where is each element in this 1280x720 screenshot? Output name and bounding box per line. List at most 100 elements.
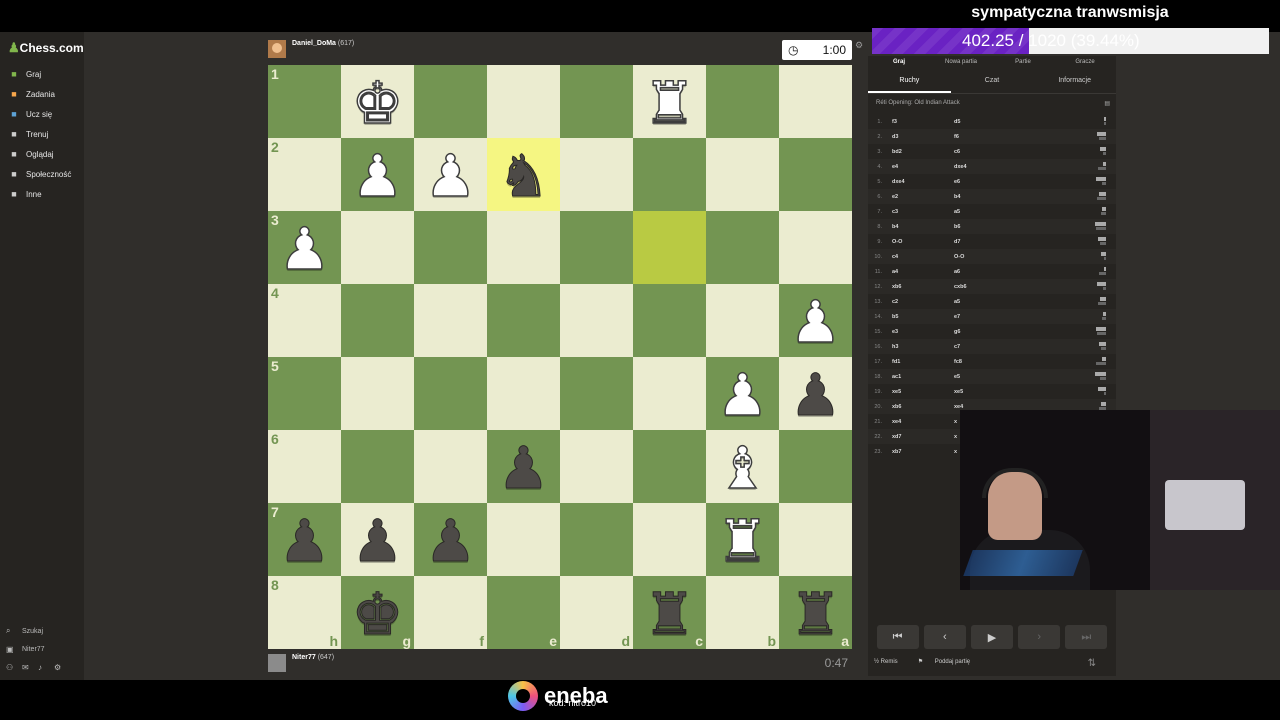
- board-square[interactable]: f: [414, 576, 487, 649]
- board-square[interactable]: ♟: [779, 284, 852, 357]
- black-move[interactable]: dxe4: [934, 164, 982, 170]
- board-square[interactable]: [633, 430, 706, 503]
- board-square[interactable]: [487, 284, 560, 357]
- board-square[interactable]: [414, 65, 487, 138]
- white-piece-icon[interactable]: ♟: [789, 292, 843, 352]
- white-move[interactable]: h3: [886, 344, 934, 350]
- board-square[interactable]: ♟: [414, 503, 487, 576]
- board-square[interactable]: 2: [268, 138, 341, 211]
- play-button[interactable]: ▶: [970, 625, 1013, 649]
- black-move[interactable]: e6: [934, 179, 982, 185]
- sidebar-item-4[interactable]: ■ Oglądaj: [0, 144, 84, 164]
- black-move[interactable]: cxb6: [934, 284, 982, 290]
- avatar[interactable]: [268, 654, 286, 672]
- board-square[interactable]: ♜: [706, 503, 779, 576]
- board-square[interactable]: [341, 211, 414, 284]
- board-square[interactable]: [779, 138, 852, 211]
- board-square[interactable]: 5: [268, 357, 341, 430]
- white-move[interactable]: c2: [886, 299, 934, 305]
- black-move[interactable]: d5: [934, 119, 982, 125]
- board-square[interactable]: ♟: [414, 138, 487, 211]
- white-piece-icon[interactable]: ♟: [278, 219, 332, 279]
- board-square[interactable]: ♟: [706, 357, 779, 430]
- bell-icon[interactable]: ♪: [38, 663, 48, 672]
- gear-icon[interactable]: ⚙: [54, 663, 64, 672]
- black-move[interactable]: g6: [934, 329, 982, 335]
- white-move[interactable]: fd1: [886, 359, 934, 365]
- white-move[interactable]: ac1: [886, 374, 934, 380]
- first-move-button[interactable]: ⏮: [876, 625, 919, 649]
- sidebar-item-2[interactable]: ■ Ucz się: [0, 104, 84, 124]
- board-square[interactable]: c ♜: [633, 576, 706, 649]
- board-square[interactable]: ♟: [779, 357, 852, 430]
- board-square[interactable]: [487, 357, 560, 430]
- board-square[interactable]: [779, 503, 852, 576]
- white-piece-icon[interactable]: ♜: [716, 511, 770, 571]
- board-square[interactable]: ♟: [341, 138, 414, 211]
- white-move[interactable]: O-O: [886, 239, 934, 245]
- black-move[interactable]: a5: [934, 299, 982, 305]
- board-square[interactable]: [560, 357, 633, 430]
- sidebar-item-6[interactable]: ■ Inne: [0, 184, 84, 204]
- search-item[interactable]: ⌕ Szukaj: [6, 622, 70, 640]
- board-square[interactable]: [560, 503, 633, 576]
- white-move[interactable]: dxe4: [886, 179, 934, 185]
- black-piece-icon[interactable]: ♟: [278, 512, 331, 571]
- board-square[interactable]: 8h: [268, 576, 341, 649]
- white-move[interactable]: c3: [886, 209, 934, 215]
- black-move[interactable]: xe4: [934, 404, 982, 410]
- white-piece-icon[interactable]: ♜: [643, 73, 697, 133]
- white-piece-icon[interactable]: ♟: [716, 365, 770, 425]
- board-square[interactable]: [779, 211, 852, 284]
- board-square[interactable]: [560, 138, 633, 211]
- white-piece-icon[interactable]: ♟: [351, 146, 405, 206]
- board-square[interactable]: [779, 430, 852, 503]
- board-square[interactable]: [633, 357, 706, 430]
- black-move[interactable]: d7: [934, 239, 982, 245]
- board-square[interactable]: [779, 65, 852, 138]
- black-move[interactable]: c6: [934, 149, 982, 155]
- board-square[interactable]: [633, 284, 706, 357]
- panel-subtab[interactable]: Informacje: [1033, 68, 1116, 93]
- black-piece-icon[interactable]: ♟: [351, 512, 404, 571]
- white-move[interactable]: bd2: [886, 149, 934, 155]
- board-square[interactable]: [633, 211, 706, 284]
- board-square[interactable]: e: [487, 576, 560, 649]
- board-square[interactable]: [706, 65, 779, 138]
- board-square[interactable]: [341, 430, 414, 503]
- last-move-button[interactable]: ⏭: [1065, 625, 1108, 649]
- white-piece-icon[interactable]: ♚: [351, 73, 405, 133]
- black-piece-icon[interactable]: ♜: [643, 585, 696, 644]
- prev-move-button[interactable]: ‹: [923, 625, 966, 649]
- board-square[interactable]: ♝: [706, 430, 779, 503]
- top-player-name[interactable]: Daniel_DoMa: [292, 40, 336, 47]
- mail-icon[interactable]: ✉: [22, 663, 32, 672]
- black-move[interactable]: e5: [934, 374, 982, 380]
- board-square[interactable]: g ♚: [341, 576, 414, 649]
- black-move[interactable]: O-O: [934, 254, 982, 260]
- board-square[interactable]: [414, 430, 487, 503]
- board-square[interactable]: [706, 138, 779, 211]
- black-move[interactable]: b4: [934, 194, 982, 200]
- black-move[interactable]: a6: [934, 269, 982, 275]
- chess-board[interactable]: 1 ♚ ♜ 2 ♟ ♟ ♞ 3 ♟ 4 ♟ 5 ♟ ♟ 6 ♟ ♝ 7 ♟ ♟ ♟ ♜ 8 h g ♚ f e d c ♜ b a ♜: [268, 65, 852, 649]
- board-square[interactable]: 7 ♟: [268, 503, 341, 576]
- sidebar-item-3[interactable]: ■ Trenuj: [0, 124, 84, 144]
- board-square[interactable]: [706, 284, 779, 357]
- board-square[interactable]: 6: [268, 430, 341, 503]
- board-square[interactable]: [487, 503, 560, 576]
- white-piece-icon[interactable]: ♝: [716, 438, 770, 498]
- black-move[interactable]: f6: [934, 134, 982, 140]
- black-piece-icon[interactable]: ♟: [424, 512, 477, 571]
- board-square[interactable]: b: [706, 576, 779, 649]
- board-square[interactable]: 3 ♟: [268, 211, 341, 284]
- board-square[interactable]: ♞: [487, 138, 560, 211]
- white-move[interactable]: e4: [886, 164, 934, 170]
- board-square[interactable]: d: [560, 576, 633, 649]
- bottom-player-name[interactable]: Niter77: [292, 654, 316, 661]
- black-move[interactable]: b6: [934, 224, 982, 230]
- board-square[interactable]: [560, 284, 633, 357]
- black-piece-icon[interactable]: ♞: [497, 147, 550, 206]
- board-square[interactable]: ♜: [633, 65, 706, 138]
- board-square[interactable]: [487, 211, 560, 284]
